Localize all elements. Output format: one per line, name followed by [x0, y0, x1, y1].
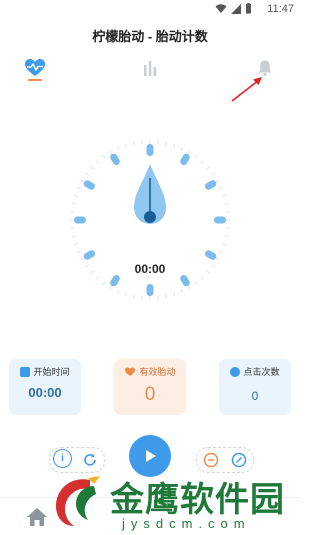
dial-marker [204, 179, 218, 191]
dial-tick [72, 203, 76, 204]
effective-movement-label: 有效胎动 [139, 365, 175, 378]
dial-tick [91, 166, 94, 169]
dial-tick [166, 294, 167, 298]
dial-tick [77, 251, 81, 253]
dial-marker [147, 284, 154, 296]
battery-icon [245, 3, 252, 14]
dial-marker [109, 152, 121, 166]
wifi-icon [215, 4, 227, 14]
tap-count-label: 点击次数 [243, 365, 279, 378]
dial-tick [110, 151, 112, 154]
status-icons [215, 3, 252, 14]
heart-pulse-icon [124, 367, 136, 377]
watermark: 金鹰软件园 jysdcm.com [50, 470, 300, 534]
dial-tick [117, 147, 119, 151]
calendar-icon [20, 367, 30, 377]
dial-tick [201, 276, 204, 279]
watermark-brand: 金鹰软件园 [110, 472, 285, 521]
dial-tick [166, 142, 167, 146]
dial-marker [147, 144, 154, 156]
dial-tick [173, 144, 174, 148]
dial-tick [201, 161, 204, 164]
status-bar: 11:47 [0, 0, 300, 18]
eagle-logo [50, 474, 104, 528]
play-icon [141, 447, 159, 465]
dial-tick [181, 289, 183, 293]
dial-tick [110, 286, 112, 289]
dial-tick [103, 281, 105, 284]
refresh-button[interactable] [80, 450, 100, 470]
dial-graphic [62, 132, 238, 308]
dial-tick [188, 151, 190, 154]
dial-tick [81, 258, 84, 260]
dial-tick [181, 147, 183, 151]
dial-tick [117, 289, 119, 293]
start-time-card: 开始时间 00:00 [9, 359, 81, 415]
dial-marker [82, 179, 96, 191]
dial-tick [206, 166, 209, 169]
dial-tick [74, 243, 78, 244]
annotation-arrow [228, 72, 268, 104]
status-time: 11:47 [267, 3, 294, 15]
dial-tick [219, 187, 223, 189]
dial-tick [188, 286, 190, 289]
dial-tick [219, 251, 223, 253]
dial-tick [96, 276, 99, 279]
dial-tick [216, 180, 219, 182]
effective-movement-card: 有效胎动 0 [114, 359, 186, 415]
start-time-label: 开始时间 [33, 365, 69, 378]
refresh-icon [82, 452, 98, 468]
home-button[interactable] [26, 507, 48, 527]
info-button[interactable]: i [53, 449, 72, 468]
dial-marker [74, 217, 86, 224]
dial-tick [85, 173, 88, 175]
dial-tick [96, 161, 99, 164]
tab-stats[interactable] [135, 54, 165, 82]
signal-icon [231, 4, 241, 14]
dial-tick [195, 155, 197, 158]
dial-tick [133, 294, 134, 298]
dial-tick [133, 142, 134, 146]
dial-tick [125, 144, 126, 148]
timer-display: 00:00 [0, 262, 300, 276]
heart-pulse-icon [24, 58, 46, 78]
dial-marker [204, 249, 218, 261]
dial-tick [173, 292, 174, 296]
minus-button[interactable] [201, 450, 221, 470]
dial-tick [222, 243, 226, 244]
watermark-url: jysdcm.com [122, 516, 251, 531]
check-badge-icon [230, 367, 240, 377]
tab-heartbeat[interactable] [20, 54, 50, 82]
dial-tick [195, 281, 197, 284]
dial-tick [77, 187, 81, 189]
fetal-movement-dial[interactable] [62, 132, 238, 308]
active-tab-indicator [28, 79, 42, 81]
dial-tick [125, 292, 126, 296]
edit-button[interactable] [229, 450, 249, 470]
dial-marker [179, 152, 191, 166]
dial-marker [214, 217, 226, 224]
edit-icon [231, 452, 247, 468]
minus-icon [203, 452, 219, 468]
tap-count-value: 0 [219, 389, 291, 403]
effective-movement-value: 0 [114, 384, 186, 406]
dial-tick [72, 236, 76, 237]
tap-count-card: 点击次数 0 [219, 359, 291, 415]
bar-chart-icon [142, 60, 158, 76]
dial-marker [82, 249, 96, 261]
start-time-value: 00:00 [9, 385, 81, 400]
dial-tick [74, 195, 78, 196]
dial-tick [211, 173, 214, 175]
dial-tick [222, 195, 226, 196]
page-title: 柠檬胎动 - 胎动计数 [0, 26, 300, 45]
home-icon [26, 507, 48, 527]
dial-tick [224, 203, 228, 204]
info-icon: i [61, 453, 64, 464]
dial-tick [224, 236, 228, 237]
dial-tick [81, 180, 84, 182]
dial-tick [103, 155, 105, 158]
pendulum-weight [144, 211, 156, 223]
dial-tick [216, 258, 219, 260]
